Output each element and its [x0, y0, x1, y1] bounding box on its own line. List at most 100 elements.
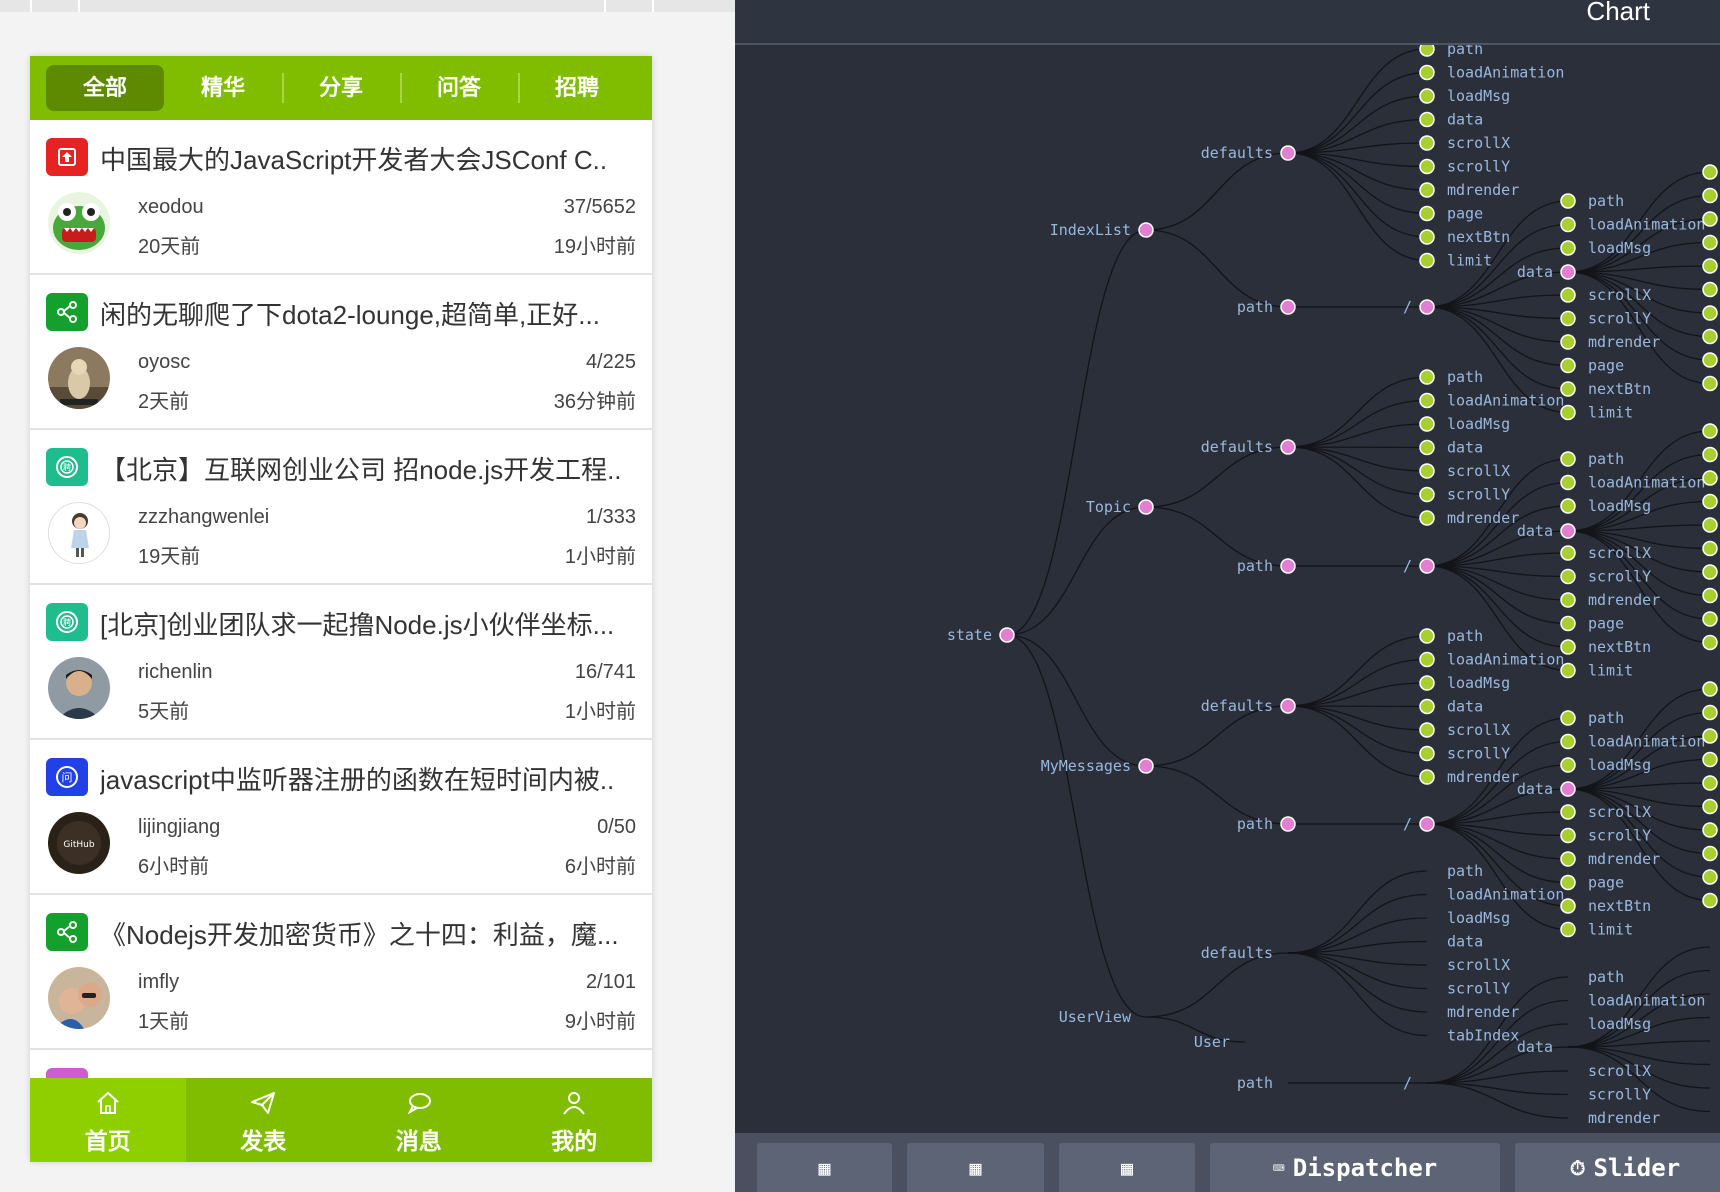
avatar[interactable] [48, 192, 110, 254]
tree-node[interactable]: loadAnimation [1447, 886, 1564, 904]
tree-node[interactable]: path [1237, 815, 1296, 833]
tree-inner-node[interactable] [1560, 781, 1576, 797]
tree-node[interactable]: path [1237, 557, 1296, 575]
topic-list-item[interactable]: 聘 [北京]创业团队求一起撸Node.js小伙伴坐标... richenlin … [30, 585, 652, 740]
tree-inner-node[interactable] [1560, 264, 1576, 280]
tree-node[interactable]: scrollY [1588, 1086, 1651, 1104]
tree-node[interactable] [1702, 751, 1718, 768]
tree-leaf-node[interactable] [1419, 651, 1435, 668]
tree-leaf-node[interactable] [1560, 545, 1576, 561]
tree-leaf-node[interactable] [1702, 352, 1718, 368]
tree-node[interactable]: limit [1560, 404, 1633, 422]
tree-leaf-node[interactable] [1560, 592, 1576, 608]
tree-leaf-node[interactable] [1702, 234, 1718, 251]
tab-good[interactable]: 精华 [164, 65, 282, 111]
tree-leaf-node[interactable] [1702, 305, 1718, 321]
tree-leaf-node[interactable] [1702, 611, 1718, 627]
tree-leaf-node[interactable] [1419, 229, 1435, 245]
tree-leaf-node[interactable] [1419, 628, 1435, 644]
tree-leaf-node[interactable] [1702, 728, 1718, 744]
tree-leaf-node[interactable] [1419, 486, 1435, 503]
tree-node[interactable] [1702, 375, 1718, 392]
tree-leaf-node[interactable] [1702, 281, 1718, 298]
tree-leaf-node[interactable] [1419, 510, 1435, 526]
tree-node[interactable]: path [1588, 968, 1624, 986]
tree-leaf-node[interactable] [1702, 681, 1718, 697]
topic-author[interactable]: oyosc [138, 351, 190, 374]
topic-title[interactable]: 中国最大的JavaScript开发者大会JSConf C.. [100, 140, 640, 177]
topic-title[interactable]: javascript中监听器注册的函数在短时间内被.. [100, 760, 640, 797]
tree-node[interactable]: scrollY [1419, 745, 1510, 763]
tree-leaf-node[interactable] [1419, 722, 1435, 738]
tree-node[interactable]: mdrender [1419, 181, 1519, 199]
tree-inner-node[interactable] [1280, 299, 1296, 315]
tab-job[interactable]: 招聘 [518, 65, 636, 111]
tree-node[interactable] [1702, 328, 1718, 345]
topic-list-item[interactable]: 聘 【北京】互联网创业公司 招node.js开发工程.. zzzhangwenl… [30, 430, 652, 585]
topic-author[interactable]: zzzhangwenlei [138, 506, 269, 529]
state-tree-chart[interactable]: IndexList defaults path loadAnimation loadMs… [735, 45, 1720, 1133]
tree-node[interactable]: scrollY [1419, 158, 1510, 176]
avatar[interactable] [48, 502, 110, 564]
tree-inner-node[interactable] [1560, 523, 1576, 539]
tree-node[interactable]: mdrender [1560, 333, 1660, 351]
tree-leaf-node[interactable] [1702, 517, 1718, 533]
tree-node[interactable]: scrollY [1419, 486, 1510, 504]
tree-leaf-node[interactable] [1560, 240, 1576, 256]
tree-node[interactable]: mdrender [1560, 591, 1660, 609]
tree-node[interactable]: scrollX [1419, 462, 1510, 480]
tree-node[interactable]: scrollX [1560, 544, 1651, 562]
tree-node[interactable]: UserView [1059, 1008, 1132, 1026]
tree-node[interactable]: data [1517, 780, 1576, 798]
tree-leaf-node[interactable] [1702, 869, 1718, 885]
tree-node[interactable]: mdrender [1447, 1003, 1519, 1021]
tree-node[interactable]: / [1403, 1074, 1412, 1092]
tree-node[interactable]: loadAnimation [1419, 651, 1564, 669]
slider-button[interactable]: ⏱ Slider [1515, 1143, 1720, 1192]
tree-leaf-node[interactable] [1702, 187, 1718, 204]
tree-leaf-node[interactable] [1419, 111, 1435, 128]
tree-node[interactable]: data [1447, 933, 1483, 951]
tree-node[interactable]: scrollY [1560, 568, 1651, 586]
tree-leaf-node[interactable] [1419, 439, 1435, 456]
layout-button-3[interactable]: ▦ [1059, 1143, 1195, 1192]
tree-inner-node[interactable] [1138, 499, 1154, 515]
tree-leaf-node[interactable] [1560, 474, 1576, 491]
tree-leaf-node[interactable] [1702, 587, 1718, 604]
tree-node[interactable] [1702, 281, 1718, 298]
tree-node[interactable]: defaults [1201, 944, 1273, 962]
tree-node[interactable]: mdrender [1419, 768, 1519, 786]
tree-node[interactable]: mdrender [1588, 1109, 1660, 1127]
tree-leaf-node[interactable] [1419, 158, 1435, 175]
tree-leaf-node[interactable] [1702, 892, 1718, 909]
topic-title[interactable]: 《Nodejs开发加密货币》之十四：利益，魔... [100, 915, 640, 952]
topic-title[interactable]: 【北京】互联网创业公司 招node.js开发工程.. [100, 450, 640, 487]
topic-author[interactable]: imfly [138, 971, 179, 994]
tree-node[interactable]: defaults [1201, 144, 1296, 162]
topic-list-item[interactable]: 《Nodejs开发加密货币》之十四：利益，魔... imfly 1天前 2/10… [30, 895, 652, 1050]
nav-publish[interactable]: 发表 [186, 1078, 342, 1162]
tree-node[interactable]: path [1237, 298, 1296, 316]
tree-leaf-node[interactable] [1560, 498, 1576, 514]
tree-inner-node[interactable] [1280, 145, 1296, 161]
tree-node[interactable]: tabIndex [1447, 1027, 1519, 1045]
tree-node[interactable] [1702, 187, 1718, 204]
tree-leaf-node[interactable] [1702, 423, 1718, 439]
tree-leaf-node[interactable] [1419, 698, 1435, 715]
tab-ask[interactable]: 问答 [400, 65, 518, 111]
tree-node[interactable]: scrollX [1447, 956, 1510, 974]
tree-node[interactable] [1702, 822, 1718, 838]
topic-title[interactable]: 闲的无聊爬了下dota2-lounge,超简单,正好... [100, 295, 640, 332]
tree-node[interactable] [1702, 869, 1718, 885]
tree-leaf-node[interactable] [1702, 211, 1718, 227]
tree-leaf-node[interactable] [1419, 45, 1435, 57]
tree-node[interactable]: loadAnimation [1560, 216, 1705, 234]
tree-node[interactable]: path [1560, 709, 1624, 727]
tree-leaf-node[interactable] [1560, 193, 1576, 209]
tree-node[interactable]: nextBtn [1560, 380, 1651, 398]
tree-node[interactable]: User [1194, 1033, 1230, 1051]
topic-author[interactable]: lijingjiang [138, 816, 220, 839]
tree-node[interactable] [1702, 892, 1718, 909]
tree-node[interactable] [1702, 728, 1718, 744]
tree-node[interactable]: loadMsg [1419, 415, 1510, 433]
